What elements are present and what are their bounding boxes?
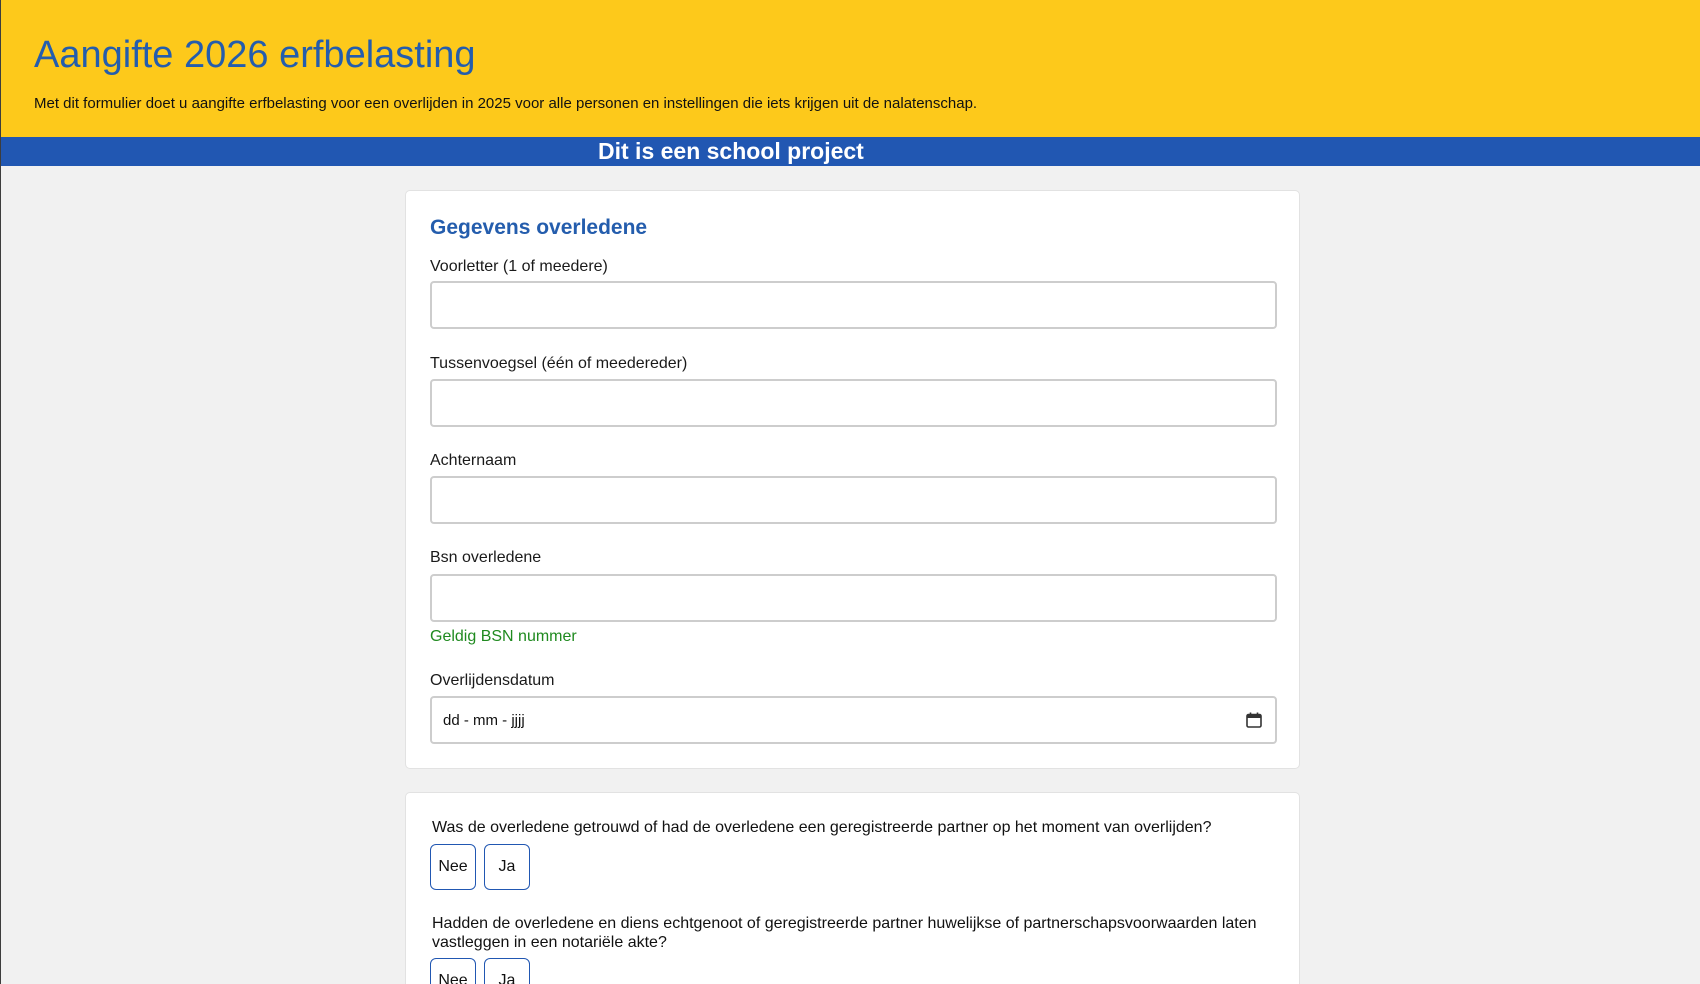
date-placeholder: dd - mm - jjjj bbox=[443, 712, 525, 729]
initials-input[interactable] bbox=[430, 281, 1277, 329]
initials-label: Voorletter (1 of meedere) bbox=[430, 258, 608, 275]
school-project-banner: Dit is een school project bbox=[1, 137, 1700, 166]
date-of-death-input[interactable]: dd - mm - jjjj bbox=[430, 696, 1277, 744]
date-of-death-label: Overlijdensdatum bbox=[430, 672, 555, 689]
page: Aangifte 2026 erfbelasting Met dit formu… bbox=[0, 0, 1700, 984]
deceased-details-card: Gegevens overledene Voorletter (1 of mee… bbox=[405, 190, 1300, 769]
surname-input[interactable] bbox=[430, 476, 1277, 524]
prenup-no-button[interactable]: Nee bbox=[430, 958, 476, 984]
infix-input[interactable] bbox=[430, 379, 1277, 427]
married-no-button[interactable]: Nee bbox=[430, 844, 476, 890]
bsn-input[interactable] bbox=[430, 574, 1277, 622]
page-title: Aangifte 2026 erfbelasting bbox=[34, 34, 476, 76]
married-yes-button[interactable]: Ja bbox=[484, 844, 530, 890]
page-header: Aangifte 2026 erfbelasting Met dit formu… bbox=[1, 0, 1700, 137]
infix-label: Tussenvoegsel (één of meedereder) bbox=[430, 355, 688, 372]
surname-label: Achternaam bbox=[430, 452, 517, 469]
bsn-valid-hint: Geldig BSN nummer bbox=[430, 628, 577, 645]
page-subtitle: Met dit formulier doet u aangifte erfbel… bbox=[34, 95, 978, 112]
prenup-yes-button[interactable]: Ja bbox=[484, 958, 530, 984]
calendar-icon[interactable] bbox=[1245, 711, 1263, 729]
bsn-label: Bsn overledene bbox=[430, 549, 542, 566]
section-title: Gegevens overledene bbox=[430, 216, 648, 239]
banner-text: Dit is een school project bbox=[598, 138, 864, 164]
question-prenup: Hadden de overledene en diens echtgenoot… bbox=[432, 915, 1257, 951]
marital-questions-card: Was de overledene getrouwd of had de ove… bbox=[405, 792, 1300, 984]
question-married: Was de overledene getrouwd of had de ove… bbox=[432, 819, 1212, 836]
